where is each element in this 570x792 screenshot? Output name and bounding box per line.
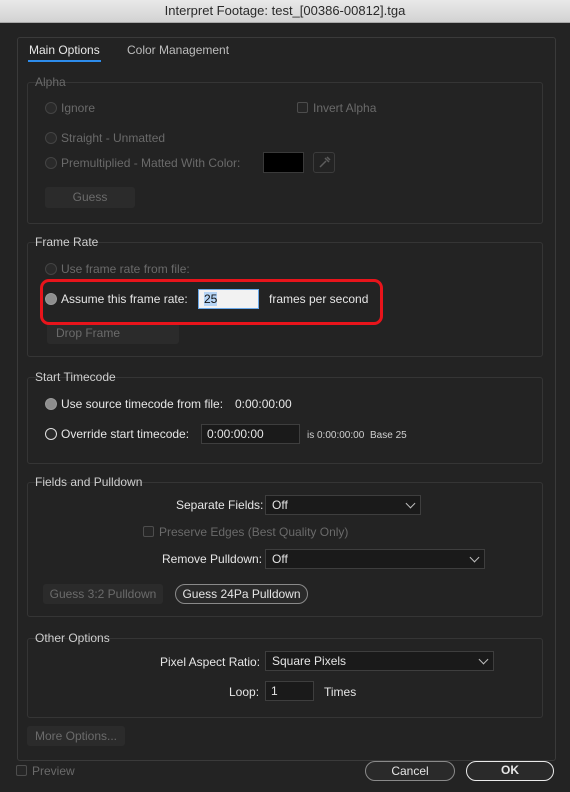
- premultiplied-label: Premultiplied - Matted With Color:: [61, 156, 241, 170]
- drop-frame-label: Drop Frame: [56, 326, 121, 340]
- matte-color-swatch[interactable]: [263, 152, 304, 173]
- override-timecode-value: 0:00:00:00: [207, 427, 264, 441]
- alpha-title: Alpha: [35, 75, 66, 89]
- start-timecode-title: Start Timecode: [35, 370, 116, 384]
- invert-alpha-checkbox[interactable]: [297, 102, 308, 113]
- window-title: Interpret Footage: test_[00386-00812].tg…: [0, 0, 570, 23]
- ignore-label: Ignore: [61, 101, 96, 115]
- separate-fields-select[interactable]: Off: [265, 495, 421, 515]
- guess-alpha-button[interactable]: Guess: [45, 187, 135, 208]
- start-timecode-group: [27, 377, 543, 464]
- override-timecode-radio[interactable]: [45, 428, 57, 440]
- eyedropper-icon: [319, 156, 331, 168]
- separate-fields-value: Off: [272, 498, 288, 512]
- eyedropper-button[interactable]: [313, 152, 335, 173]
- pixel-aspect-select[interactable]: Square Pixels: [265, 651, 494, 671]
- preserve-edges-checkbox[interactable]: [143, 526, 154, 537]
- loop-label: Loop:: [229, 685, 260, 699]
- pixel-aspect-label: Pixel Aspect Ratio:: [160, 655, 261, 669]
- guess-32-pulldown-button[interactable]: Guess 3:2 Pulldown: [43, 584, 163, 604]
- remove-pulldown-label: Remove Pulldown:: [162, 552, 263, 566]
- tab-main-options[interactable]: Main Options: [28, 43, 101, 62]
- drop-frame-select[interactable]: Drop Frame: [47, 323, 179, 344]
- pixel-aspect-value: Square Pixels: [272, 654, 347, 668]
- preview-checkbox[interactable]: [16, 765, 27, 776]
- chevron-down-icon: [478, 654, 489, 665]
- override-timecode-label: Override start timecode:: [61, 427, 190, 441]
- remove-pulldown-value: Off: [272, 552, 288, 566]
- chevron-down-icon: [405, 498, 416, 509]
- override-timecode-input[interactable]: 0:00:00:00: [201, 424, 300, 444]
- premultiplied-radio[interactable]: [45, 157, 57, 169]
- preserve-edges-label: Preserve Edges (Best Quality Only): [159, 525, 349, 539]
- use-file-rate-radio[interactable]: [45, 263, 57, 275]
- chevron-down-icon: [469, 552, 480, 563]
- frame-rate-title: Frame Rate: [35, 235, 99, 249]
- use-source-timecode-radio[interactable]: [45, 398, 57, 410]
- other-options-group: [27, 638, 543, 718]
- preview-label: Preview: [32, 764, 75, 778]
- guess-24pa-pulldown-button[interactable]: Guess 24Pa Pulldown: [175, 584, 308, 604]
- loop-input[interactable]: 1: [265, 681, 314, 701]
- timecode-is-text: is 0:00:00:00: [307, 430, 365, 441]
- timecode-base-text: Base 25: [370, 430, 407, 441]
- ok-button[interactable]: OK: [466, 761, 554, 781]
- separate-fields-label: Separate Fields:: [176, 498, 264, 512]
- loop-value: 1: [271, 684, 278, 698]
- more-options-button[interactable]: More Options...: [27, 726, 125, 746]
- straight-label: Straight - Unmatted: [61, 131, 166, 145]
- use-file-rate-label: Use frame rate from file:: [61, 262, 190, 276]
- frame-rate-highlight: [40, 279, 383, 325]
- ignore-radio[interactable]: [45, 102, 57, 114]
- tab-color-management[interactable]: Color Management: [127, 43, 229, 57]
- fields-pulldown-title: Fields and Pulldown: [35, 475, 143, 489]
- other-options-title: Other Options: [35, 631, 110, 645]
- source-timecode-value: 0:00:00:00: [235, 397, 292, 411]
- use-source-timecode-label: Use source timecode from file:: [61, 397, 224, 411]
- straight-radio[interactable]: [45, 132, 57, 144]
- cancel-button[interactable]: Cancel: [365, 761, 455, 781]
- times-label: Times: [324, 685, 357, 699]
- remove-pulldown-select[interactable]: Off: [265, 549, 485, 569]
- invert-alpha-label: Invert Alpha: [313, 101, 377, 115]
